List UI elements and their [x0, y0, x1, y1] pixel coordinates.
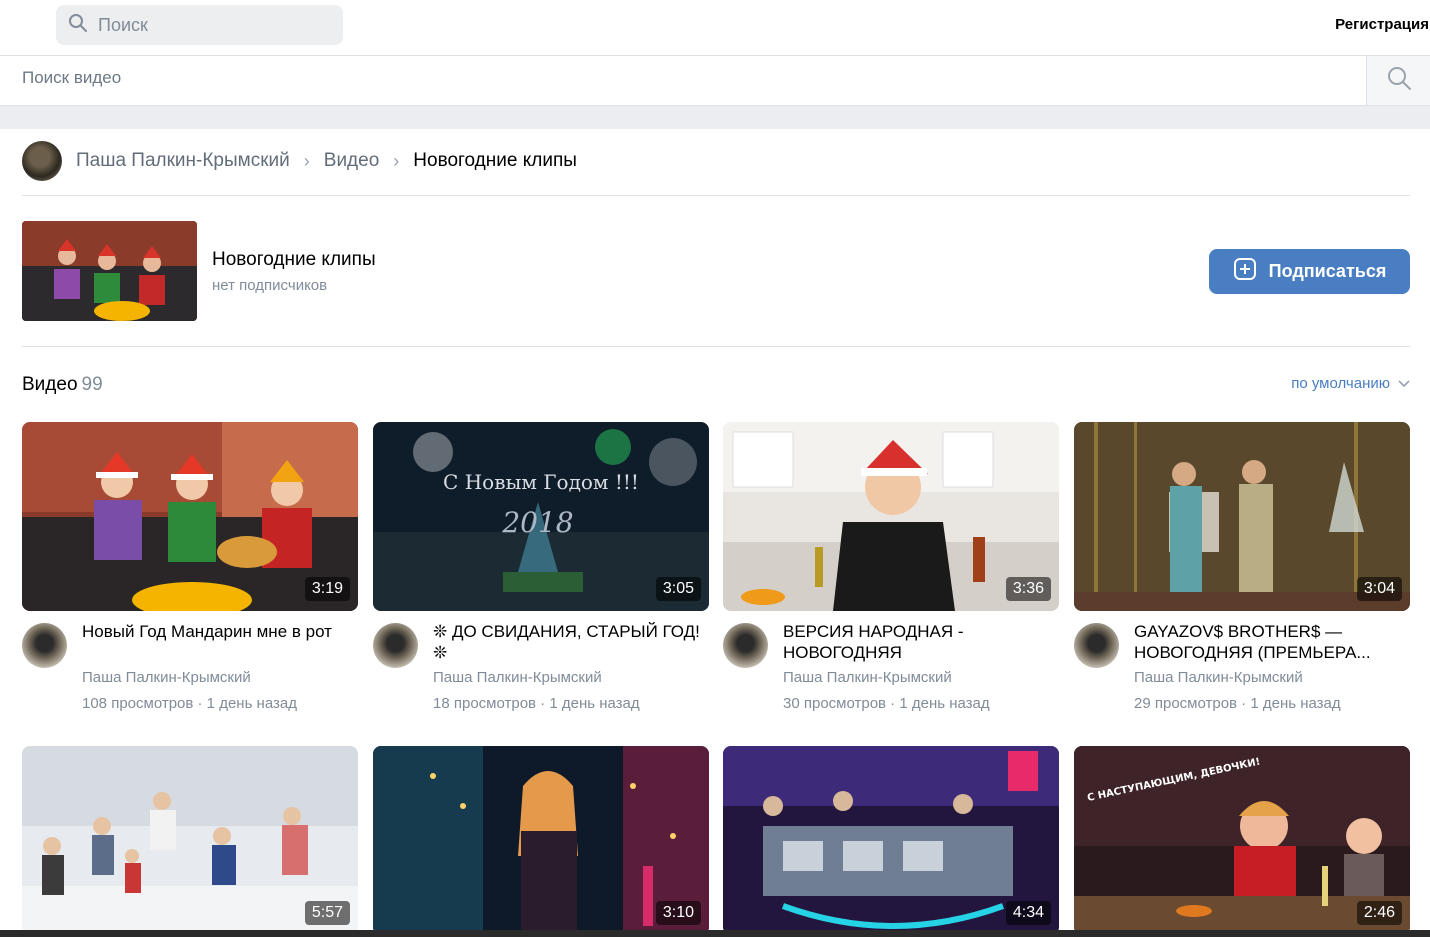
video-card[interactable]: 5:57: [22, 746, 358, 935]
video-duration: 3:19: [304, 577, 350, 601]
chevron-right-icon: ›: [303, 150, 310, 171]
owner-avatar[interactable]: [22, 141, 62, 181]
taskbar-strip: [0, 930, 1430, 937]
album-subscribers: нет подписчиков: [212, 277, 328, 294]
video-duration: 2:46: [1356, 901, 1402, 925]
chevron-right-icon: ›: [393, 150, 400, 171]
video-card[interactable]: С НАСТУПАЮЩИМ, ДЕВОЧКИ! 2:46: [1074, 746, 1410, 935]
album-cover[interactable]: [22, 221, 197, 321]
video-duration: 4:34: [1005, 901, 1051, 925]
channel-avatar[interactable]: [22, 623, 67, 668]
sort-label: по умолчанию: [1291, 375, 1390, 392]
register-link[interactable]: Регистрация: [1335, 16, 1429, 33]
thumbnail-caption: С Новым Годом !!!: [443, 470, 639, 494]
video-thumbnail[interactable]: С НАСТУПАЮЩИМ, ДЕВОЧКИ! 2:46: [1074, 746, 1410, 935]
video-author[interactable]: Паша Палкин-Крымский: [783, 669, 952, 686]
video-thumbnail[interactable]: 3:04: [1074, 422, 1410, 611]
divider: [22, 195, 1410, 196]
top-header: Регистрация: [0, 0, 1430, 56]
channel-avatar[interactable]: [373, 623, 418, 668]
video-title[interactable]: GAYAZOV$ BROTHER$ — НОВОГОДНЯЯ (ПРЕМЬЕРА…: [1134, 621, 1404, 663]
video-thumbnail[interactable]: 3:10: [373, 746, 709, 935]
video-meta: Новый Год Мандарин мне в рот Паша Палкин…: [22, 621, 358, 723]
sort-dropdown[interactable]: по умолчанию: [1291, 375, 1410, 392]
breadcrumb-videos[interactable]: Видео: [324, 150, 380, 172]
video-card[interactable]: 3:10: [373, 746, 709, 935]
video-duration: 3:10: [655, 901, 701, 925]
section-title-text: Видео: [22, 374, 78, 395]
video-meta: ❊ ДО СВИДАНИЯ, СТАРЫЙ ГОД! ❊ Паша Палкин…: [373, 621, 709, 723]
video-stats: 29 просмотров · 1 день назад: [1134, 695, 1341, 712]
video-duration: 3:05: [655, 577, 701, 601]
subscribe-button[interactable]: Подписаться: [1209, 249, 1410, 294]
video-search-input[interactable]: [22, 68, 1322, 88]
subscribe-label: Подписаться: [1268, 261, 1387, 281]
video-search-button[interactable]: [1366, 56, 1430, 105]
chevron-down-icon: [1398, 375, 1410, 392]
video-title[interactable]: ❊ ДО СВИДАНИЯ, СТАРЫЙ ГОД! ❊: [433, 621, 703, 663]
video-duration: 3:36: [1005, 577, 1051, 601]
video-stats: 30 просмотров · 1 день назад: [783, 695, 990, 712]
videos-section-title: Видео 99: [22, 374, 103, 396]
thumbnail-caption: 2018: [501, 506, 573, 539]
add-square-icon: [1233, 257, 1257, 286]
video-author[interactable]: Паша Палкин-Крымский: [82, 669, 251, 686]
video-duration: 5:57: [304, 901, 350, 925]
main-content: Паша Палкин-Крымский › Видео › Новогодни…: [0, 129, 1430, 937]
videos-count: 99: [81, 374, 103, 395]
breadcrumb: Паша Палкин-Крымский › Видео › Новогодни…: [22, 141, 577, 181]
album-title: Новогодние клипы: [212, 249, 376, 270]
video-card[interactable]: 3:36 ВЕРСИЯ НАРОДНАЯ - НОВОГОДНЯЯ Паша П…: [723, 422, 1059, 723]
video-author[interactable]: Паша Палкин-Крымский: [1134, 669, 1303, 686]
search-icon: [68, 13, 88, 38]
breadcrumb-owner[interactable]: Паша Палкин-Крымский: [76, 150, 290, 172]
channel-avatar[interactable]: [723, 623, 768, 668]
divider: [22, 346, 1410, 347]
video-author[interactable]: Паша Палкин-Крымский: [433, 669, 602, 686]
video-title[interactable]: Новый Год Мандарин мне в рот: [82, 621, 352, 642]
global-search[interactable]: [56, 5, 343, 45]
video-thumbnail[interactable]: 5:57: [22, 746, 358, 935]
video-stats: 108 просмотров · 1 день назад: [82, 695, 297, 712]
video-duration: 3:04: [1356, 577, 1402, 601]
breadcrumb-current: Новогодние клипы: [413, 150, 577, 171]
video-thumbnail[interactable]: С Новым Годом !!! 2018 3:05: [373, 422, 709, 611]
channel-avatar[interactable]: [1074, 623, 1119, 668]
video-stats: 18 просмотров · 1 день назад: [433, 695, 640, 712]
video-thumbnail[interactable]: 3:19: [22, 422, 358, 611]
video-thumbnail[interactable]: 4:34: [723, 746, 1059, 935]
video-thumbnail[interactable]: 3:36: [723, 422, 1059, 611]
video-meta: ВЕРСИЯ НАРОДНАЯ - НОВОГОДНЯЯ Паша Палкин…: [723, 621, 1059, 723]
video-meta: GAYAZOV$ BROTHER$ — НОВОГОДНЯЯ (ПРЕМЬЕРА…: [1074, 621, 1410, 723]
video-title[interactable]: ВЕРСИЯ НАРОДНАЯ - НОВОГОДНЯЯ: [783, 621, 1053, 663]
video-card[interactable]: 4:34: [723, 746, 1059, 935]
video-card[interactable]: 3:19 Новый Год Мандарин мне в рот Паша П…: [22, 422, 358, 723]
global-search-input[interactable]: [98, 14, 318, 36]
search-icon: [1386, 65, 1412, 96]
video-card[interactable]: 3:04 GAYAZOV$ BROTHER$ — НОВОГОДНЯЯ (ПРЕ…: [1074, 422, 1410, 723]
video-card[interactable]: С Новым Годом !!! 2018 3:05 ❊ ДО СВИДАНИ…: [373, 422, 709, 723]
video-search-bar: [0, 56, 1430, 106]
